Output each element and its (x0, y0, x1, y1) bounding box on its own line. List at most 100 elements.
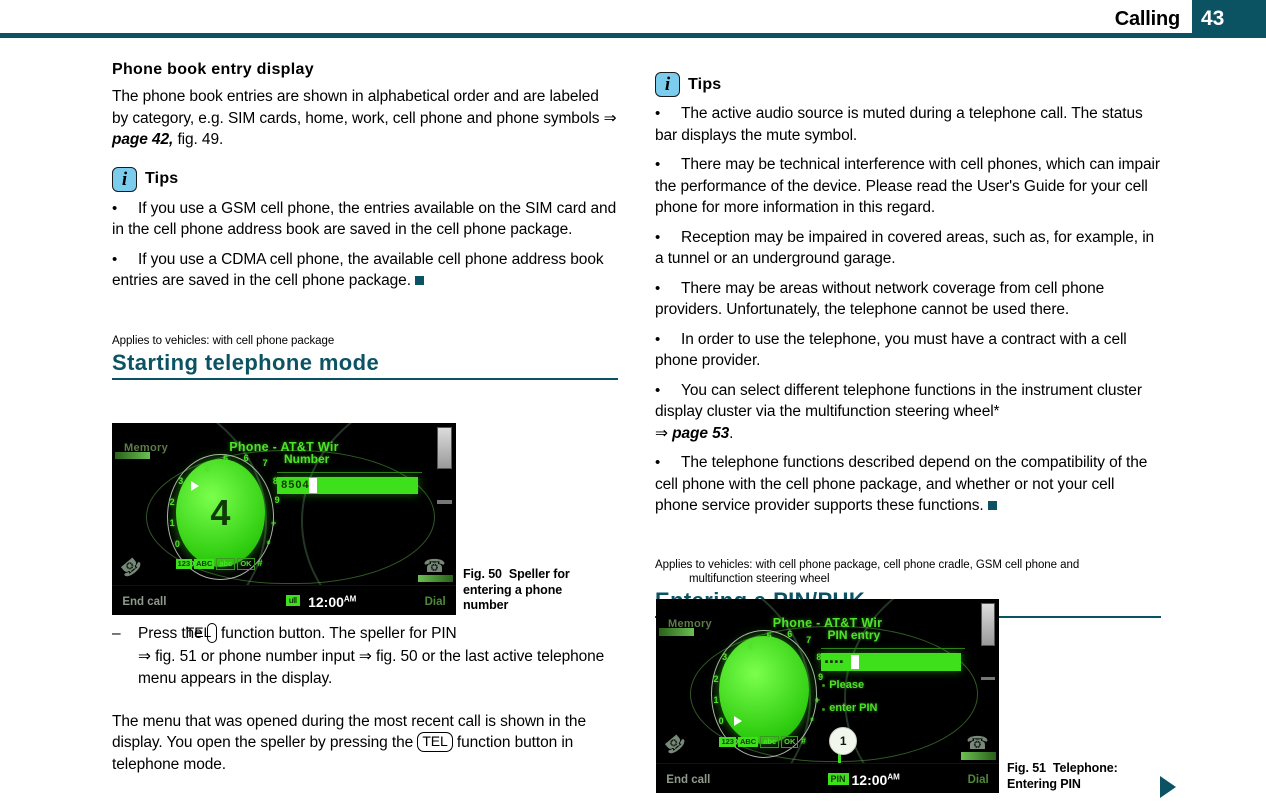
page-title: Calling (1114, 8, 1180, 30)
ring-char[interactable]: # (257, 558, 262, 568)
ring-char[interactable]: 9 (275, 495, 280, 505)
ring-char[interactable]: + (815, 695, 820, 705)
bullet-icon (655, 278, 681, 300)
paragraph-closing: The menu that was opened during the most… (112, 711, 618, 776)
figure-51: ☎ ☎ Memory Phone - AT&T Wir 4 5 6 7 8 9 … (656, 599, 999, 793)
applies-to-text: Applies to vehicles: with cell phone pac… (655, 558, 1080, 571)
key-chip-abc-upper[interactable]: ABC (194, 559, 215, 570)
number-input-value: 8504 (281, 479, 310, 492)
clock: 12:00AM (852, 772, 900, 788)
bullet-icon (655, 103, 681, 125)
ring-char[interactable]: 2 (714, 674, 719, 684)
mmi-screen-pin-entry[interactable]: ☎ ☎ Memory Phone - AT&T Wir 4 5 6 7 8 9 … (656, 599, 999, 793)
key-chip-123[interactable]: 123 (719, 736, 736, 747)
ring-char[interactable]: 4 (748, 641, 753, 651)
dial-button[interactable]: Dial (425, 596, 446, 608)
ring-char[interactable]: 0 (719, 716, 724, 726)
speller-knob[interactable]: 4 (175, 459, 266, 567)
field-rule (820, 648, 965, 650)
ring-char[interactable]: + (271, 518, 276, 528)
ring-char[interactable]: 7 (806, 635, 811, 645)
key-chip-ok[interactable]: OK (781, 735, 799, 748)
tip-text: If you use a GSM cell phone, the entries… (112, 199, 617, 239)
ring-char[interactable]: 3 (178, 476, 183, 486)
right-column: i Tips The active audio source is muted … (655, 60, 1161, 618)
ring-char[interactable]: 5 (767, 631, 772, 641)
speller-key-strip[interactable]: 123 ABC abc OK (175, 558, 255, 571)
number-input[interactable]: 8504 (277, 476, 419, 495)
info-icon: i (112, 166, 137, 192)
bullet-icon (655, 452, 681, 474)
clock: 12:00AM (308, 594, 356, 610)
step-text-b: function button. The speller for PIN (216, 625, 457, 642)
key-chip-ok[interactable]: OK (237, 558, 255, 571)
pin-status-chip: PIN (827, 773, 849, 786)
key-chip-abc-lower[interactable]: abc (216, 558, 236, 571)
scrollbar[interactable] (437, 426, 452, 470)
figure-50: ☎ ☎ Memory Phone - AT&T Wir 4 4 5 6 7 8 … (112, 423, 456, 615)
pin-input[interactable]: ▪▪▪▪ (820, 653, 962, 671)
speller-knob[interactable] (719, 635, 809, 745)
reference-arrow-icon: ⇒ (138, 647, 151, 665)
mmi-screen-content: ☎ ☎ Memory Phone - AT&T Wir 4 5 6 7 8 9 … (656, 599, 999, 793)
callout-marker-1: 1 (829, 727, 858, 756)
ring-char[interactable]: 0 (175, 539, 180, 549)
key-chip-123[interactable]: 123 (175, 559, 193, 570)
clock-ampm: AM (343, 594, 357, 604)
list-item: There may be areas without network cover… (655, 278, 1161, 321)
speller-pointer-icon (734, 716, 743, 727)
tel-key-button[interactable]: TEL (417, 732, 453, 752)
left-column: Phone book entry display The phone book … (112, 60, 618, 775)
ring-char[interactable]: * (810, 716, 814, 726)
hint-bullet-icon (822, 684, 826, 688)
handset-right-icon: ☎ (966, 733, 989, 754)
scrollbar[interactable] (980, 602, 995, 646)
ring-char[interactable]: 2 (170, 497, 175, 507)
figure-50-caption: Fig. 50 Speller for entering a phone numb… (463, 567, 595, 614)
tip-text: There may be technical interference with… (655, 156, 1160, 216)
list-item: If you use a CDMA cell phone, the availa… (112, 249, 618, 292)
ring-char[interactable]: * (267, 539, 271, 549)
end-of-section-marker (987, 501, 997, 510)
figure-51-caption: Fig. 51 Telephone: Entering PIN (1007, 761, 1157, 792)
tips-heading-left: i Tips (112, 166, 618, 192)
figure-51-number: Fig. 51 (1007, 761, 1046, 775)
tips-label: Tips (145, 170, 179, 187)
clock-time: 12:00 (308, 594, 344, 611)
section-title-starting-telephone-mode: Starting telephone mode (112, 349, 380, 375)
key-chip-abc-upper[interactable]: ABC (737, 736, 759, 747)
ring-char[interactable]: 5 (223, 454, 228, 464)
tips-label: Tips (688, 75, 722, 93)
hint-bullet-icon (822, 707, 826, 711)
ring-char[interactable]: 6 (787, 629, 792, 639)
scrollbar-track[interactable] (980, 676, 995, 681)
ring-char[interactable]: 1 (170, 518, 175, 528)
bullet-icon (655, 227, 681, 249)
dial-button[interactable]: Dial (968, 774, 989, 786)
info-icon: i (655, 72, 680, 97)
selected-character: 4 (210, 492, 231, 534)
ring-char[interactable]: 3 (722, 652, 727, 662)
reference-page-42: page 42, (112, 131, 174, 148)
end-call-button[interactable]: End call (122, 596, 166, 608)
field-label: PIN entry (827, 628, 881, 643)
scrollbar-track[interactable] (437, 499, 452, 504)
ring-char[interactable]: 4 (204, 464, 209, 474)
ring-char[interactable]: 1 (714, 695, 719, 705)
text-cursor (850, 654, 859, 670)
tip-text: There may be areas without network cover… (655, 279, 1105, 319)
tip-text: The telephone functions described depend… (655, 454, 1148, 514)
speller-key-strip[interactable]: 123 ABC abc OK (719, 735, 799, 748)
ring-char[interactable]: 7 (263, 458, 268, 468)
tel-key-button[interactable]: TEL (186, 623, 217, 643)
tips-list-left: If you use a GSM cell phone, the entries… (112, 198, 618, 292)
key-chip-abc-lower[interactable]: abc (760, 735, 780, 748)
handset-right-icon: ☎ (423, 555, 446, 576)
ring-char[interactable]: 9 (818, 672, 823, 682)
mmi-screen-speller[interactable]: ☎ ☎ Memory Phone - AT&T Wir 4 4 5 6 7 8 … (112, 423, 456, 615)
end-call-button[interactable]: End call (666, 774, 710, 786)
end-of-section-marker (414, 276, 424, 285)
ring-char[interactable]: # (801, 736, 806, 746)
list-item: If you use a GSM cell phone, the entries… (112, 198, 618, 241)
ring-char[interactable]: 6 (244, 453, 249, 463)
